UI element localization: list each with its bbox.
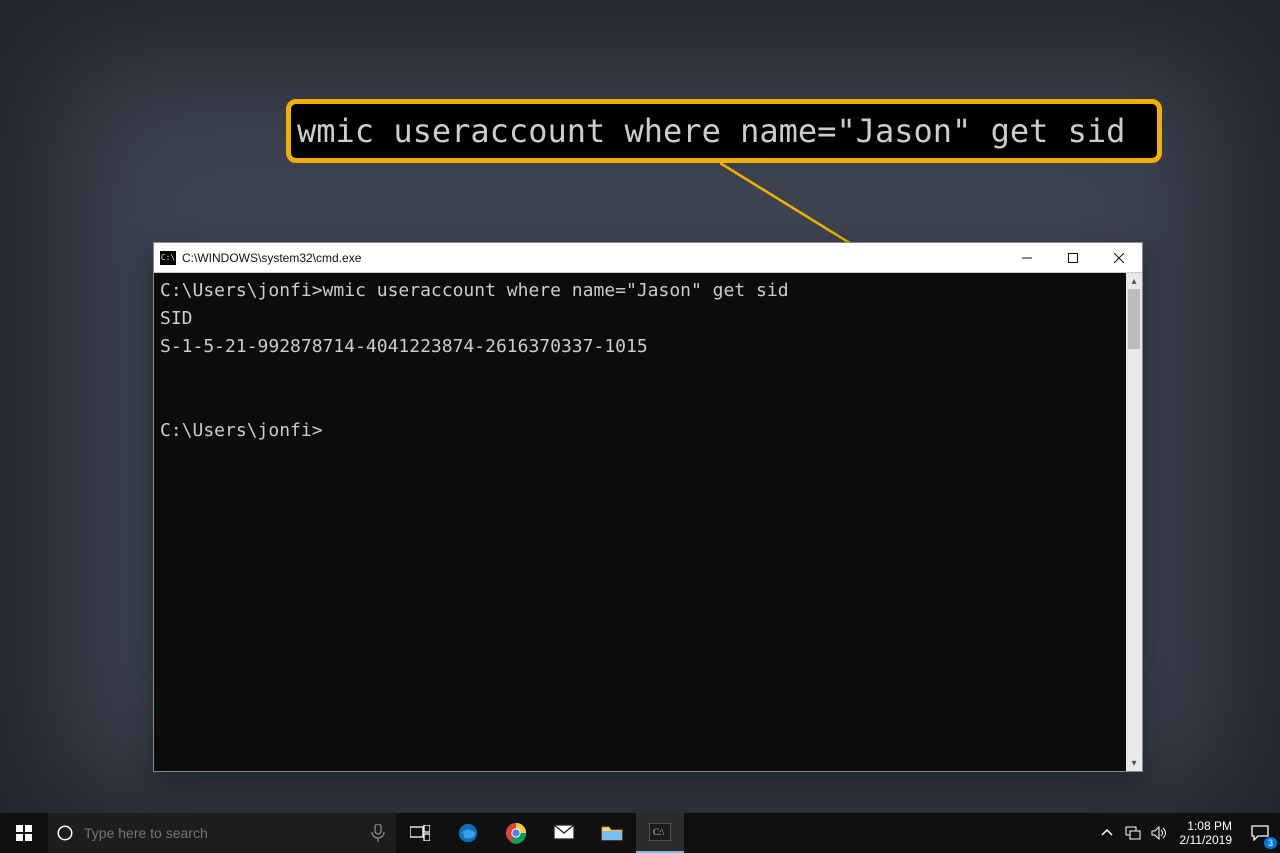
search-input[interactable] (84, 825, 358, 841)
edge-icon (457, 822, 479, 844)
taskbar-clock[interactable]: 1:08 PM 2/11/2019 (1172, 813, 1241, 853)
cmd-line: C:\Users\jonfi>wmic useraccount where na… (160, 280, 789, 301)
maximize-icon (1068, 253, 1078, 263)
taskbar: C:\ 1:08 PM 2/11/2019 3 (0, 813, 1280, 853)
mail-icon (553, 824, 575, 842)
taskbar-app-explorer[interactable] (588, 813, 636, 853)
chevron-up-icon (1101, 827, 1113, 839)
action-center-button[interactable]: 3 (1240, 813, 1280, 853)
minimize-button[interactable] (1004, 243, 1050, 273)
scroll-thumb[interactable] (1128, 289, 1140, 349)
callout-command-box: wmic useraccount where name="Jason" get … (286, 99, 1162, 163)
task-view-icon (410, 825, 430, 841)
svg-text:C:\: C:\ (653, 827, 665, 837)
task-view-button[interactable] (396, 813, 444, 853)
taskbar-search[interactable] (48, 813, 396, 853)
scroll-down-icon[interactable]: ▾ (1126, 755, 1142, 771)
minimize-icon (1022, 253, 1032, 263)
taskbar-app-cmd[interactable]: C:\ (636, 813, 684, 853)
cmd-line: SID (160, 308, 193, 329)
close-icon (1114, 253, 1124, 263)
taskbar-app-edge[interactable] (444, 813, 492, 853)
cmd-window: C:\ C:\WINDOWS\system32\cmd.exe C:\Users… (153, 242, 1143, 772)
clock-time: 1:08 PM (1187, 819, 1232, 833)
microphone-icon[interactable] (368, 824, 388, 842)
network-icon (1125, 826, 1141, 840)
cmd-scrollbar[interactable]: ▴ ▾ (1126, 273, 1142, 771)
cmd-titlebar[interactable]: C:\ C:\WINDOWS\system32\cmd.exe (154, 243, 1142, 273)
cmd-window-title: C:\WINDOWS\system32\cmd.exe (182, 251, 1004, 265)
cortana-circle-icon (56, 824, 74, 842)
clock-date: 2/11/2019 (1180, 833, 1233, 847)
cmd-line: S-1-5-21-992878714-4041223874-2616370337… (160, 336, 648, 357)
close-button[interactable] (1096, 243, 1142, 273)
cmd-line: C:\Users\jonfi> (160, 420, 323, 441)
maximize-button[interactable] (1050, 243, 1096, 273)
scroll-up-icon[interactable]: ▴ (1126, 273, 1142, 289)
folder-icon (601, 824, 623, 842)
taskbar-app-chrome[interactable] (492, 813, 540, 853)
tray-volume-button[interactable] (1146, 813, 1172, 853)
taskbar-app-mail[interactable] (540, 813, 588, 853)
chrome-icon (505, 822, 527, 844)
windows-logo-icon (16, 825, 32, 841)
terminal-icon: C:\ (649, 823, 671, 841)
cmd-icon: C:\ (160, 251, 176, 265)
tray-overflow-button[interactable] (1094, 813, 1120, 853)
cmd-output-area[interactable]: C:\Users\jonfi>wmic useraccount where na… (154, 273, 1126, 771)
callout-command-text: wmic useraccount where name="Jason" get … (297, 112, 1125, 150)
system-tray (1094, 813, 1172, 853)
taskbar-spacer (684, 813, 1094, 853)
start-button[interactable] (0, 813, 48, 853)
notification-badge: 3 (1264, 837, 1277, 849)
speaker-icon (1151, 826, 1167, 840)
tray-network-button[interactable] (1120, 813, 1146, 853)
